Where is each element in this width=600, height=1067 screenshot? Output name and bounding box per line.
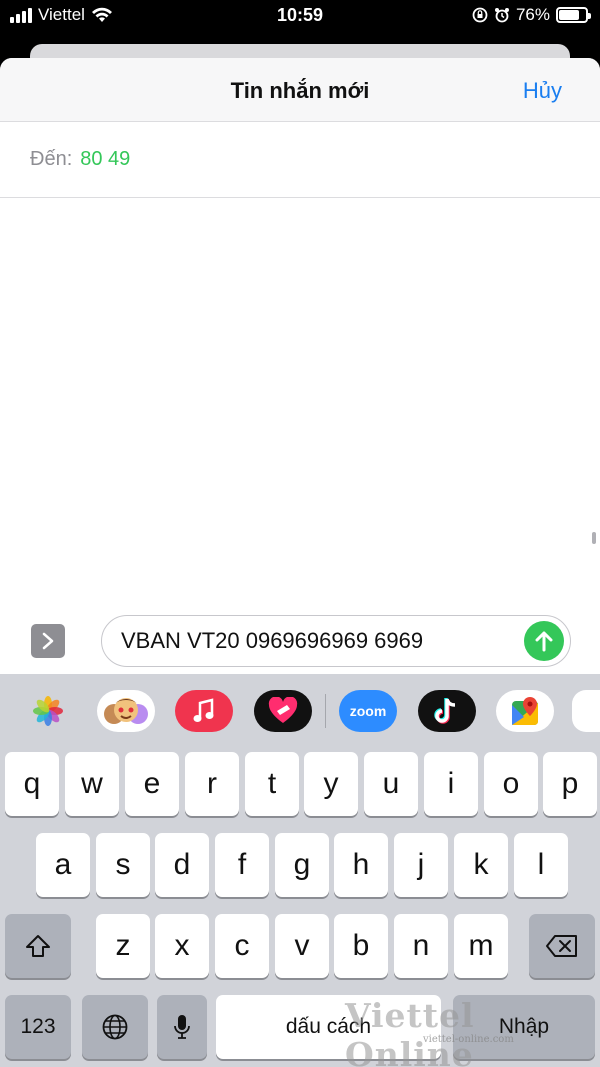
- key-t[interactable]: t: [245, 752, 299, 816]
- scroll-indicator: [592, 532, 596, 544]
- key-b[interactable]: b: [334, 914, 388, 978]
- page-title: Tin nhắn mới: [230, 78, 370, 103]
- tiktok-app-icon[interactable]: [418, 690, 476, 732]
- microphone-icon: [174, 1015, 190, 1039]
- globe-icon: [102, 1014, 128, 1040]
- recipient-label: Đến:: [30, 148, 73, 170]
- battery-percent: 76%: [515, 5, 550, 24]
- key-q[interactable]: q: [5, 752, 59, 816]
- key-m[interactable]: m: [454, 914, 508, 978]
- backspace-icon: [546, 935, 577, 957]
- key-f[interactable]: f: [215, 833, 269, 897]
- key-e[interactable]: e: [125, 752, 179, 816]
- key-h[interactable]: h: [334, 833, 388, 897]
- battery-icon: [556, 7, 591, 23]
- cancel-button[interactable]: Hủy: [523, 78, 562, 104]
- key-n[interactable]: n: [394, 914, 448, 978]
- recipient-field[interactable]: Đến: 80 49: [0, 122, 600, 198]
- key-v[interactable]: v: [275, 914, 329, 978]
- delete-key[interactable]: [529, 914, 595, 978]
- status-bar: Viettel 10:59 76%: [0, 0, 600, 34]
- key-w[interactable]: w: [65, 752, 119, 816]
- photos-app-icon[interactable]: [19, 690, 77, 732]
- recipient-chip[interactable]: 80 49: [80, 148, 130, 171]
- dictation-key[interactable]: [157, 995, 207, 1059]
- globe-key[interactable]: [82, 995, 148, 1059]
- app-strip-divider: [325, 694, 326, 728]
- key-a[interactable]: a: [36, 833, 90, 897]
- google-maps-app-icon[interactable]: [496, 690, 554, 732]
- digital-touch-app-icon[interactable]: [254, 690, 312, 732]
- key-u[interactable]: u: [364, 752, 418, 816]
- key-c[interactable]: c: [215, 914, 269, 978]
- key-p[interactable]: p: [543, 752, 597, 816]
- compose-bar: VBAN VT20 0969696969 6969: [0, 612, 600, 674]
- return-key[interactable]: Nhập: [453, 995, 595, 1059]
- message-text: VBAN VT20 0969696969 6969: [121, 628, 424, 653]
- zoom-app-icon[interactable]: zoom: [339, 690, 397, 732]
- key-r[interactable]: r: [185, 752, 239, 816]
- message-input[interactable]: VBAN VT20 0969696969 6969: [101, 615, 571, 667]
- music-app-icon[interactable]: [175, 690, 233, 732]
- navigation-bar: Tin nhắn mới Hủy: [0, 58, 600, 122]
- rotation-lock-icon: [472, 7, 488, 23]
- arrow-up-icon: [535, 631, 553, 652]
- key-o[interactable]: o: [484, 752, 538, 816]
- calendar-app-icon[interactable]: [572, 690, 600, 732]
- keyboard: zoom q w e r t y u i o p a s d f g h j k…: [0, 674, 600, 1067]
- chevron-right-icon: [42, 632, 54, 650]
- key-i[interactable]: i: [424, 752, 478, 816]
- memoji-app-icon[interactable]: [97, 690, 155, 732]
- numbers-key[interactable]: 123: [5, 995, 71, 1059]
- alarm-icon: [494, 8, 509, 23]
- key-d[interactable]: d: [155, 833, 209, 897]
- shift-key[interactable]: [5, 914, 71, 978]
- key-x[interactable]: x: [155, 914, 209, 978]
- key-k[interactable]: k: [454, 833, 508, 897]
- shift-icon: [26, 935, 50, 957]
- key-z[interactable]: z: [96, 914, 150, 978]
- key-l[interactable]: l: [514, 833, 568, 897]
- imessage-app-strip: zoom: [0, 674, 600, 748]
- key-y[interactable]: y: [304, 752, 358, 816]
- key-s[interactable]: s: [96, 833, 150, 897]
- zoom-label: zoom: [349, 703, 387, 719]
- show-apps-button[interactable]: [31, 624, 65, 658]
- key-j[interactable]: j: [394, 833, 448, 897]
- send-button[interactable]: [524, 621, 564, 661]
- space-key[interactable]: dấu cách: [216, 995, 441, 1059]
- key-g[interactable]: g: [275, 833, 329, 897]
